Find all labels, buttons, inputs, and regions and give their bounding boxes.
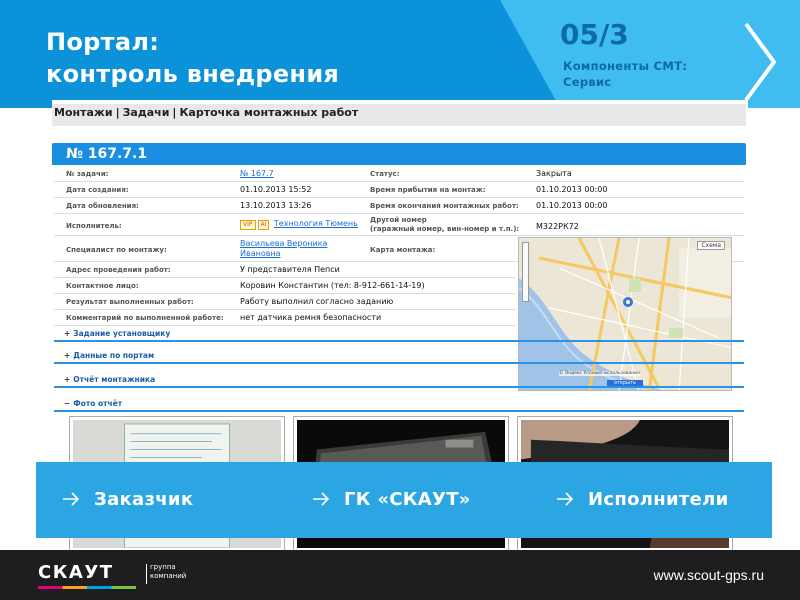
breadcrumb-separator: | — [115, 106, 120, 119]
section-report-toggle[interactable]: + Отчёт монтажника — [54, 374, 744, 388]
executor-value: VIP AI Технология Тюмень — [240, 219, 358, 230]
section-label: Отчёт монтажника — [73, 375, 156, 384]
section-label: Данные по портам — [73, 351, 155, 360]
section-photo-toggle[interactable]: − Фото отчёт — [54, 398, 744, 412]
arrow-right-icon — [313, 492, 330, 506]
section-caption: Компоненты СМТ: Сервис — [563, 58, 733, 90]
slide-footer: СКАУТ группа компаний www.scout-gps.ru — [0, 550, 800, 600]
slide-title: Портал: контроль внедрения — [46, 26, 339, 90]
vip-badge: VIP — [240, 220, 256, 230]
field-label: Дата создания: — [66, 186, 129, 194]
field-value: Коровин Константин (тел: 8-912-661-14-19… — [240, 281, 425, 290]
field-label: Комментарий по выполненной работе: — [66, 314, 224, 322]
status-value: Закрыта — [536, 169, 572, 178]
slide-title-line1: Портал: — [46, 28, 160, 56]
link-customer-label: Заказчик — [94, 489, 194, 510]
link-scout-group-label: ГК «СКАУТ» — [344, 489, 471, 510]
card-title: № 167.7.1 — [52, 143, 746, 165]
link-scout-group[interactable]: ГК «СКАУТ» — [312, 488, 471, 512]
field-row: Контактное лицо: Коровин Константин (тел… — [54, 278, 516, 294]
link-customer[interactable]: Заказчик — [62, 488, 193, 512]
link-executors[interactable]: Исполнители — [556, 488, 729, 512]
field-row: Результат выполненных работ: Работу выпо… — [54, 294, 516, 310]
field-label: Статус: — [370, 170, 400, 178]
chevron-right-icon[interactable] — [740, 22, 780, 102]
breadcrumb: Монтажи | Задачи | Карточка монтажных работ — [52, 104, 746, 126]
field-value: У представителя Пепси — [240, 265, 340, 274]
logo-subtitle-line1: группа — [150, 563, 176, 571]
field-row: Дата создания: 01.10.2013 15:52 Время пр… — [54, 182, 744, 198]
slide-header: Портал: контроль внедрения 05/3 Компонен… — [0, 0, 800, 108]
map-layer-control[interactable]: Схема — [697, 241, 725, 250]
logo-divider — [146, 564, 147, 584]
field-label: Результат выполненных работ: — [66, 298, 194, 306]
specialist-link-line1[interactable]: Васильева Вероника — [240, 239, 327, 248]
scout-logo: СКАУТ — [38, 562, 114, 583]
field-label: Другой номер — [370, 216, 427, 224]
section-ports-toggle[interactable]: + Данные по портам — [54, 350, 744, 364]
field-label: Дата обновления: — [66, 202, 139, 210]
field-value: Работу выполнил согласно заданию — [240, 297, 394, 306]
section-label: Фото отчёт — [73, 399, 123, 408]
field-label: Время прибытия на монтаж: — [370, 186, 486, 194]
specialist-link-line2[interactable]: Ивановна — [240, 249, 281, 258]
logo-subtitle-line2: компаний — [150, 572, 187, 580]
field-label: Адрес проведения работ: — [66, 266, 171, 274]
install-map[interactable]: Схема © Яндекс Условия использования отк… — [518, 237, 732, 391]
section-caption-line2: Сервис — [563, 75, 612, 89]
field-label: Контактное лицо: — [66, 282, 139, 290]
field-row: Исполнитель: VIP AI Технология Тюмень Дру… — [54, 214, 744, 236]
field-row: Адрес проведения работ: У представителя … — [54, 262, 516, 278]
field-row: № задачи: № 167.7 Статус: Закрыта — [54, 166, 744, 182]
breadcrumb-item-installs[interactable]: Монтажи — [54, 106, 113, 119]
field-label: Исполнитель: — [66, 222, 122, 230]
map-canvas — [519, 238, 731, 390]
expand-icon: + — [64, 375, 71, 384]
expand-icon: + — [64, 329, 71, 338]
map-zoom-control[interactable] — [522, 242, 529, 302]
section-task-toggle[interactable]: + Задание установщику — [54, 328, 744, 342]
field-value: 01.10.2013 00:00 — [536, 201, 608, 210]
ai-badge: AI — [257, 220, 270, 230]
field-value: 13.10.2013 13:26 — [240, 201, 312, 210]
field-value: 01.10.2013 15:52 — [240, 185, 312, 194]
executor-link[interactable]: Технология Тюмень — [274, 219, 358, 228]
section-label: Задание установщику — [73, 329, 171, 338]
audience-band: Заказчик ГК «СКАУТ» Исполнители — [36, 462, 772, 538]
field-value: нет датчика ремня безопасности — [240, 313, 382, 322]
slide-title-line2: контроль внедрения — [46, 60, 340, 88]
task-number-link[interactable]: № 167.7 — [240, 169, 274, 178]
field-row: Комментарий по выполненной работе: нет д… — [54, 310, 516, 326]
arrow-right-icon — [63, 492, 80, 506]
website-link[interactable]: www.scout-gps.ru — [654, 567, 764, 583]
logo-color-stripe — [38, 586, 136, 589]
field-label: Специалист по монтажу: — [66, 246, 167, 254]
section-caption-line1: Компоненты СМТ: — [563, 59, 688, 73]
arrow-right-icon — [557, 492, 574, 506]
logo-subtitle: группа компаний — [150, 563, 186, 581]
field-label: № задачи: — [66, 170, 109, 178]
expand-icon: + — [64, 351, 71, 360]
field-value: 01.10.2013 00:00 — [536, 185, 608, 194]
vehicle-number-value: М322РК72 — [536, 222, 579, 231]
field-label: Карта монтажа: — [370, 246, 436, 254]
breadcrumb-item-tasks[interactable]: Задачи — [123, 106, 170, 119]
slide-number: 05/3 — [560, 18, 629, 51]
field-row: Дата обновления: 13.10.2013 13:26 Время … — [54, 198, 744, 214]
field-label: Время окончания монтажных работ: — [370, 202, 519, 210]
breadcrumb-item-card: Карточка монтажных работ — [179, 106, 359, 119]
field-label: (гаражный номер, вин-номер и т.п.): — [370, 225, 520, 233]
collapse-icon: − — [64, 399, 71, 408]
link-executors-label: Исполнители — [588, 489, 729, 510]
breadcrumb-separator: | — [172, 106, 177, 119]
